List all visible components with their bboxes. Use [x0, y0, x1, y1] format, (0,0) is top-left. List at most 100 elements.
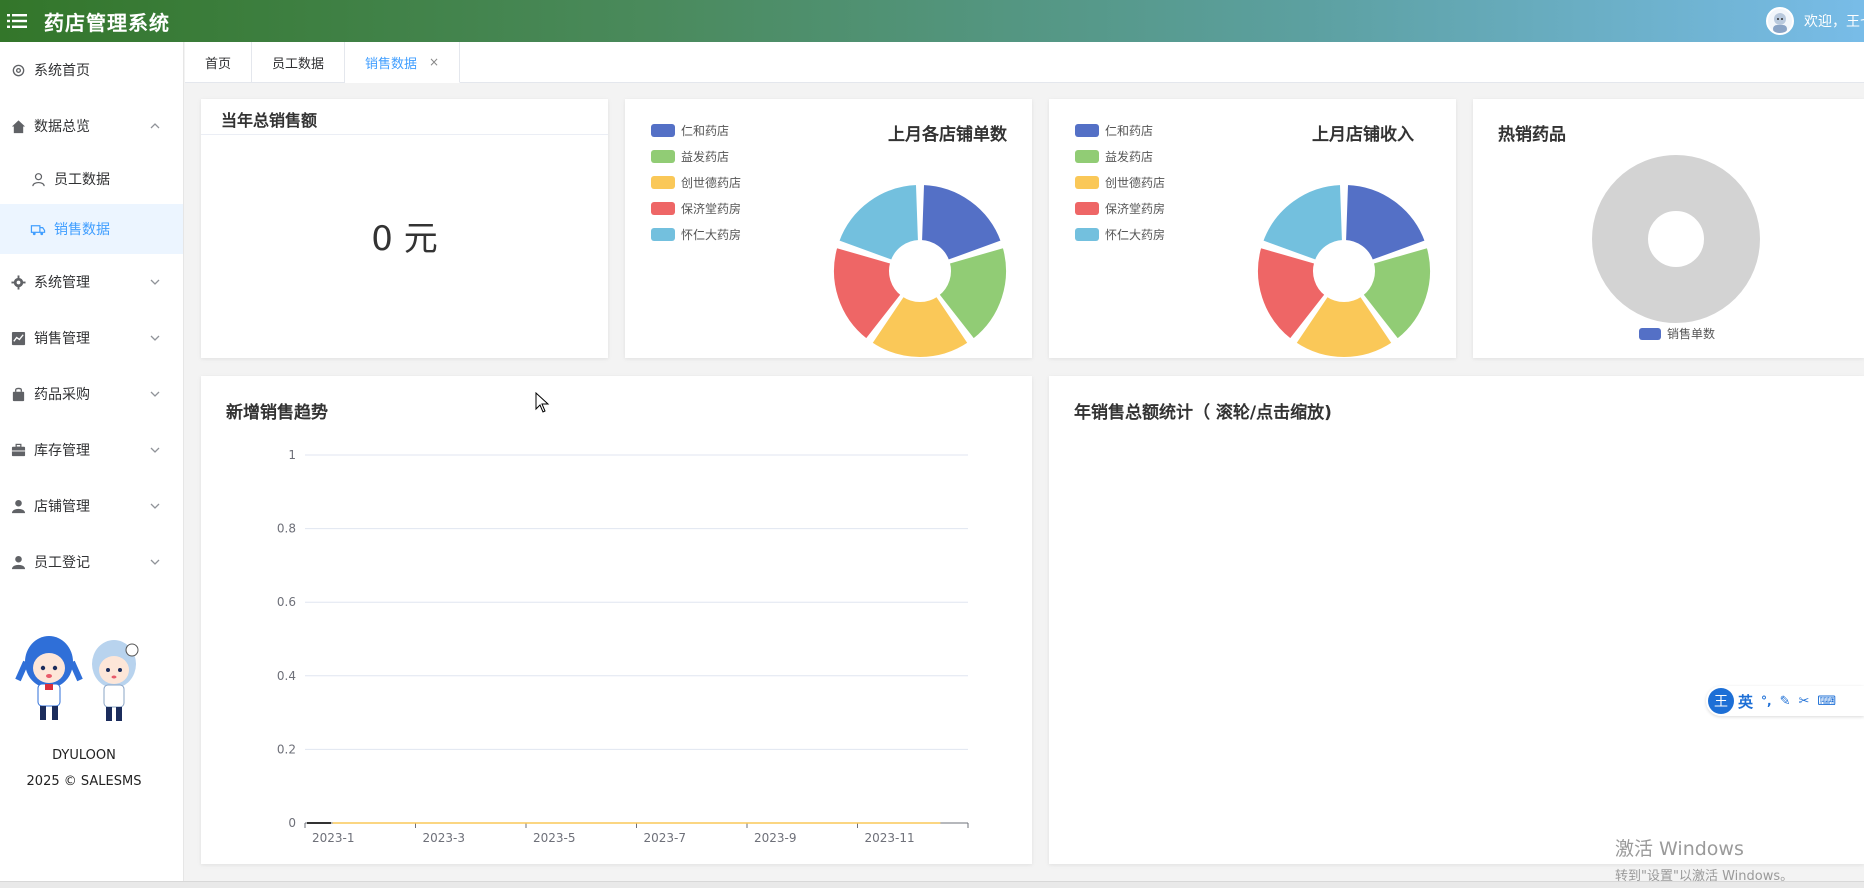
user-icon [30, 171, 46, 187]
sidebar-item-inventory[interactable]: 库存管理 [0, 422, 183, 478]
chevron-down-icon [150, 503, 160, 509]
hot-drugs-card: 热销药品 销售单数 [1473, 99, 1864, 358]
ime-punct-icon[interactable]: °, [1761, 694, 1772, 708]
chevron-up-icon [150, 123, 160, 129]
brand-name: DYULOON [52, 748, 116, 763]
briefcase-icon [10, 442, 26, 458]
pie-slice[interactable] [1261, 183, 1344, 262]
pie-slice[interactable] [920, 183, 1003, 262]
sidebar-item-label: 系统管理 [34, 275, 90, 291]
tab-sales-data[interactable]: 销售数据 × [345, 42, 461, 83]
sidebar-item-label: 员工登记 [34, 555, 90, 571]
person-icon [10, 554, 26, 570]
truck-icon [30, 221, 46, 237]
annual-sales-card: 年销售总额统计（ 滚轮/点击缩放) [1049, 376, 1864, 864]
store-income-pie-chart [1256, 183, 1432, 358]
pen-icon[interactable]: ✎ [1780, 694, 1791, 709]
sidebar-item-home[interactable]: 系统首页 [0, 42, 183, 98]
total-sales-value: 0 元 [371, 219, 438, 259]
chevron-down-icon [150, 335, 160, 341]
tab-label: 员工数据 [272, 57, 325, 72]
card-title: 当年总销售额 [201, 99, 608, 135]
person-icon [10, 498, 26, 514]
menu-toggle-button[interactable] [0, 0, 34, 42]
chevron-down-icon [150, 559, 160, 565]
brand-copyright: 2025 © SALESMS [26, 774, 142, 789]
x-tick-label: 2023-5 [533, 831, 576, 845]
sidebar-item-employee-data[interactable]: 员工数据 [0, 154, 183, 204]
sidebar-item-sales-management[interactable]: 销售管理 [0, 310, 183, 366]
sidebar-item-sales-data[interactable]: 销售数据 [0, 204, 183, 254]
mouse-cursor-icon [535, 392, 550, 413]
sidebar-item-label: 药品采购 [34, 387, 90, 403]
sidebar-item-label: 数据总览 [34, 119, 90, 135]
store-orders-pie-chart [832, 183, 1008, 358]
chart-icon [10, 330, 26, 346]
pie-slice[interactable] [837, 183, 920, 262]
hot-drugs-donut-chart [1592, 155, 1760, 323]
legend-label: 销售单数 [1667, 327, 1716, 341]
y-tick-label: 0 [288, 816, 296, 830]
x-tick-label: 2023-3 [423, 831, 466, 845]
scissors-icon[interactable]: ✂ [1798, 694, 1809, 709]
ime-logo-icon[interactable]: 王 [1708, 688, 1734, 714]
windows-activation-watermark: 激活 Windows 转到"设置"以激活 Windows。 [1615, 834, 1793, 884]
chevron-down-icon [150, 279, 160, 285]
watermark-line1: 激活 Windows [1615, 838, 1744, 860]
app-title: 药店管理系统 [44, 10, 170, 35]
keyboard-icon[interactable]: ⌨ [1817, 694, 1836, 709]
welcome-text: 欢迎，王七 [1804, 14, 1864, 30]
pie-slice[interactable] [1344, 183, 1427, 262]
app-header: 药店管理系统 欢迎，王七 [0, 0, 1864, 42]
sidebar-item-data-overview[interactable]: 数据总览 [0, 98, 183, 154]
x-tick-label: 2023-7 [644, 831, 687, 845]
tab-employee-data[interactable]: 员工数据 [252, 42, 346, 83]
y-tick-label: 0.2 [277, 742, 296, 756]
ime-language-toggle[interactable]: 英 [1738, 691, 1753, 712]
user-area[interactable]: 欢迎，王七 [1766, 0, 1864, 42]
hamburger-icon [7, 14, 27, 28]
sidebar: 系统首页 数据总览 员工数据 销售数据 系统管理 销售管理 药品采购 库存管理 … [0, 42, 184, 883]
mascot-illustration [15, 636, 139, 721]
tab-bar: 首页 员工数据 销售数据 × [185, 42, 1864, 83]
ime-toolbar[interactable]: 王 英 °, ✎ ✂ ⌨ [1706, 686, 1864, 716]
sidebar-item-label: 销售管理 [34, 331, 90, 347]
home-icon [10, 118, 26, 134]
legend-swatch [1639, 327, 1661, 340]
sidebar-item-label: 员工数据 [54, 172, 110, 188]
store-income-card: 上月店铺收入 仁和药店 益发药店 创世德药店 保济堂药房 怀仁大药房 [1049, 99, 1456, 358]
y-tick-label: 1 [288, 448, 296, 462]
total-sales-card: 当年总销售额 0 元 [201, 99, 608, 358]
sidebar-item-drug-purchase[interactable]: 药品采购 [0, 366, 183, 422]
donut-empty-ring [1592, 155, 1760, 323]
gear-icon [10, 62, 26, 78]
bottom-scrollbar[interactable] [0, 881, 1864, 888]
close-icon[interactable]: × [429, 55, 439, 69]
sales-trend-card: 新增销售趋势 0 0.2 0.4 0.6 0.8 1 2023-1 2023-3 2023-5 2… [201, 376, 1032, 864]
sales-trend-line-chart: 0 0.2 0.4 0.6 0.8 1 2023-1 2023-3 2023-5 2023-7 20… [277, 448, 969, 845]
chevron-down-icon [150, 391, 160, 397]
y-tick-label: 0.6 [277, 595, 296, 609]
bag-icon [10, 386, 26, 402]
store-orders-card: 上月各店铺单数 仁和药店 益发药店 创世德药店 保济堂药房 怀仁大药房 [625, 99, 1032, 358]
card-title: 年销售总额统计（ 滚轮/点击缩放) [1074, 403, 1332, 423]
sidebar-item-system-management[interactable]: 系统管理 [0, 254, 183, 310]
settings-icon [10, 274, 26, 290]
tab-label: 销售数据 [365, 56, 418, 72]
chevron-down-icon [150, 447, 160, 453]
hot-drugs-legend: 销售单数 [1639, 325, 1715, 342]
tab-home[interactable]: 首页 [185, 42, 253, 83]
sidebar-item-label: 系统首页 [34, 63, 90, 79]
y-tick-label: 0.8 [277, 522, 296, 536]
sidebar-item-store-management[interactable]: 店铺管理 [0, 478, 183, 534]
sidebar-item-label: 销售数据 [54, 222, 110, 238]
sidebar-item-employee-register[interactable]: 员工登记 [0, 534, 183, 590]
user-avatar[interactable] [1766, 7, 1794, 35]
y-tick-label: 0.4 [277, 669, 296, 683]
sidebar-item-label: 店铺管理 [34, 499, 90, 515]
x-tick-label: 2023-1 [312, 831, 355, 845]
x-tick-label: 2023-11 [865, 831, 915, 845]
tab-label: 首页 [205, 57, 232, 72]
x-tick-label: 2023-9 [754, 831, 797, 845]
sidebar-item-label: 库存管理 [34, 443, 90, 459]
